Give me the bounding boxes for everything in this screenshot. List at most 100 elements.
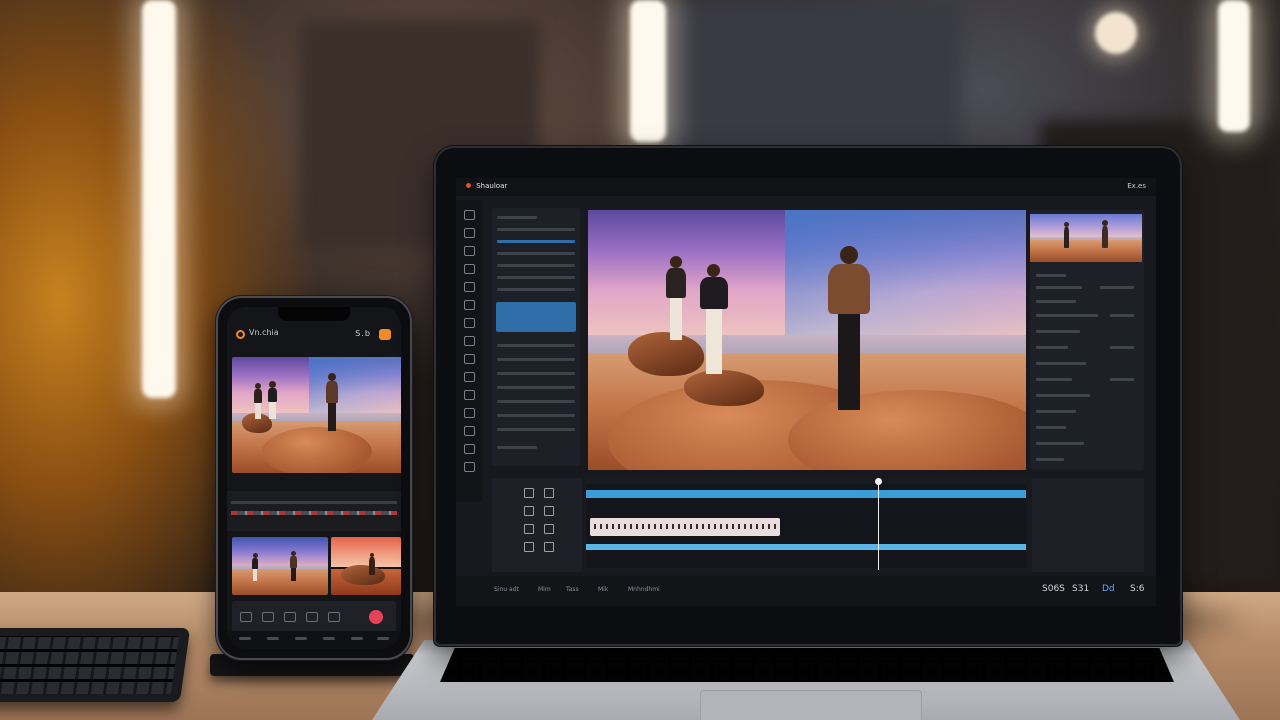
phone-export-button[interactable]	[379, 329, 391, 340]
inspector-clip-thumbnail[interactable]	[1030, 214, 1142, 262]
legs	[253, 569, 257, 581]
person-figure	[290, 551, 297, 581]
desert-scene-image	[232, 357, 401, 473]
status-item[interactable]: Sinu adt	[494, 586, 519, 593]
tool-icon[interactable]	[464, 426, 475, 436]
audio-mixer-panel[interactable]	[1032, 478, 1144, 572]
keyboard-keys	[0, 636, 180, 694]
tool-icon[interactable]	[464, 444, 475, 454]
sand	[232, 568, 328, 595]
panel-row	[497, 372, 575, 375]
status-item[interactable]: Mnhndhmi	[628, 586, 660, 593]
tool-icon[interactable]	[464, 246, 475, 256]
desert-scene-image	[331, 537, 401, 595]
record-button[interactable]	[369, 610, 383, 624]
laptop-trackpad	[700, 690, 922, 720]
nav-item[interactable]	[351, 637, 363, 640]
tool-icon[interactable]	[464, 282, 475, 292]
status-item[interactable]: Mim	[538, 586, 551, 593]
property-row	[1036, 362, 1086, 365]
tool-icon[interactable]	[544, 542, 554, 552]
status-item[interactable]: Tass	[566, 586, 579, 593]
torso	[268, 388, 277, 402]
timeline[interactable]	[492, 478, 1144, 572]
person-figure	[700, 264, 728, 374]
inspector-panel[interactable]	[1030, 210, 1144, 470]
nav-item[interactable]	[295, 637, 307, 640]
person-figure	[268, 381, 277, 419]
export-button[interactable]: Ex.es	[1127, 182, 1146, 190]
tool-icon[interactable]	[464, 318, 475, 328]
torso	[252, 558, 258, 569]
phone-video-preview[interactable]	[232, 357, 401, 473]
laptop-screen: Shauloar Ex.es Sinu adt Mim Tass Mik Mnh…	[456, 178, 1156, 606]
tool-icon[interactable]	[464, 372, 475, 382]
torso	[254, 389, 262, 403]
editor-topbar: Shauloar Ex.es	[456, 178, 1156, 196]
panel-row	[497, 400, 575, 403]
media-browser-panel[interactable]	[492, 208, 580, 466]
property-row	[1036, 314, 1098, 317]
property-row	[1036, 346, 1068, 349]
tool-icon[interactable]	[464, 408, 475, 418]
tool-icon[interactable]	[240, 612, 252, 622]
nav-item[interactable]	[377, 637, 389, 640]
timecode-counter: S:6	[1130, 584, 1145, 594]
nav-item[interactable]	[239, 637, 251, 640]
nav-item[interactable]	[323, 637, 335, 640]
tool-icon[interactable]	[464, 264, 475, 274]
tool-icon[interactable]	[524, 506, 534, 516]
torso	[828, 264, 870, 314]
person-figure	[1102, 220, 1108, 248]
torso	[1102, 226, 1108, 248]
person-figure	[1064, 222, 1069, 248]
tool-icon[interactable]	[544, 488, 554, 498]
phone-clip-thumbnail[interactable]	[232, 537, 328, 595]
tool-icon[interactable]	[524, 524, 534, 534]
panel-row	[497, 228, 575, 231]
tool-icon[interactable]	[464, 336, 475, 346]
timeline-tracks[interactable]	[586, 478, 1026, 570]
panel-row	[497, 344, 575, 347]
phone-clip-thumbnail[interactable]	[331, 537, 401, 595]
legs	[291, 568, 296, 581]
panel-row	[497, 288, 575, 291]
head	[328, 373, 336, 381]
tool-icon[interactable]	[306, 612, 318, 622]
app-logo-icon	[236, 330, 245, 339]
tool-icon[interactable]	[524, 542, 534, 552]
tool-icon[interactable]	[524, 488, 534, 498]
background-lamp	[1095, 12, 1137, 54]
video-preview-viewer[interactable]	[588, 210, 1026, 470]
tool-icon[interactable]	[464, 210, 475, 220]
video-clip-track[interactable]	[586, 490, 1026, 498]
person-figure	[326, 373, 338, 431]
selected-media-item[interactable]	[496, 302, 576, 332]
tool-icon[interactable]	[464, 228, 475, 238]
tool-icon[interactable]	[284, 612, 296, 622]
tool-icon[interactable]	[464, 354, 475, 364]
tool-icon[interactable]	[464, 462, 475, 472]
nav-item[interactable]	[267, 637, 279, 640]
phone-notch	[278, 307, 350, 321]
torso	[1064, 227, 1069, 248]
tool-icon[interactable]	[262, 612, 274, 622]
timecode-counter: S31	[1072, 584, 1090, 594]
tool-icon[interactable]	[544, 506, 554, 516]
background-light-strip	[1218, 0, 1250, 132]
timeline-tools	[492, 478, 582, 572]
tool-icon[interactable]	[328, 612, 340, 622]
head	[670, 256, 682, 268]
audio-clip-track[interactable]	[586, 544, 1026, 550]
phone-timeline-track[interactable]	[227, 491, 401, 531]
status-item[interactable]: Mik	[598, 586, 608, 593]
brand-logo-icon	[466, 183, 471, 188]
tool-icon[interactable]	[464, 390, 475, 400]
sand-dune	[262, 427, 372, 473]
property-row	[1110, 378, 1134, 381]
playhead[interactable]	[875, 478, 882, 570]
title-clip[interactable]	[590, 518, 780, 536]
tool-icon[interactable]	[464, 300, 475, 310]
tool-icon[interactable]	[544, 524, 554, 534]
phone-menu-label[interactable]: S.b	[355, 329, 371, 338]
